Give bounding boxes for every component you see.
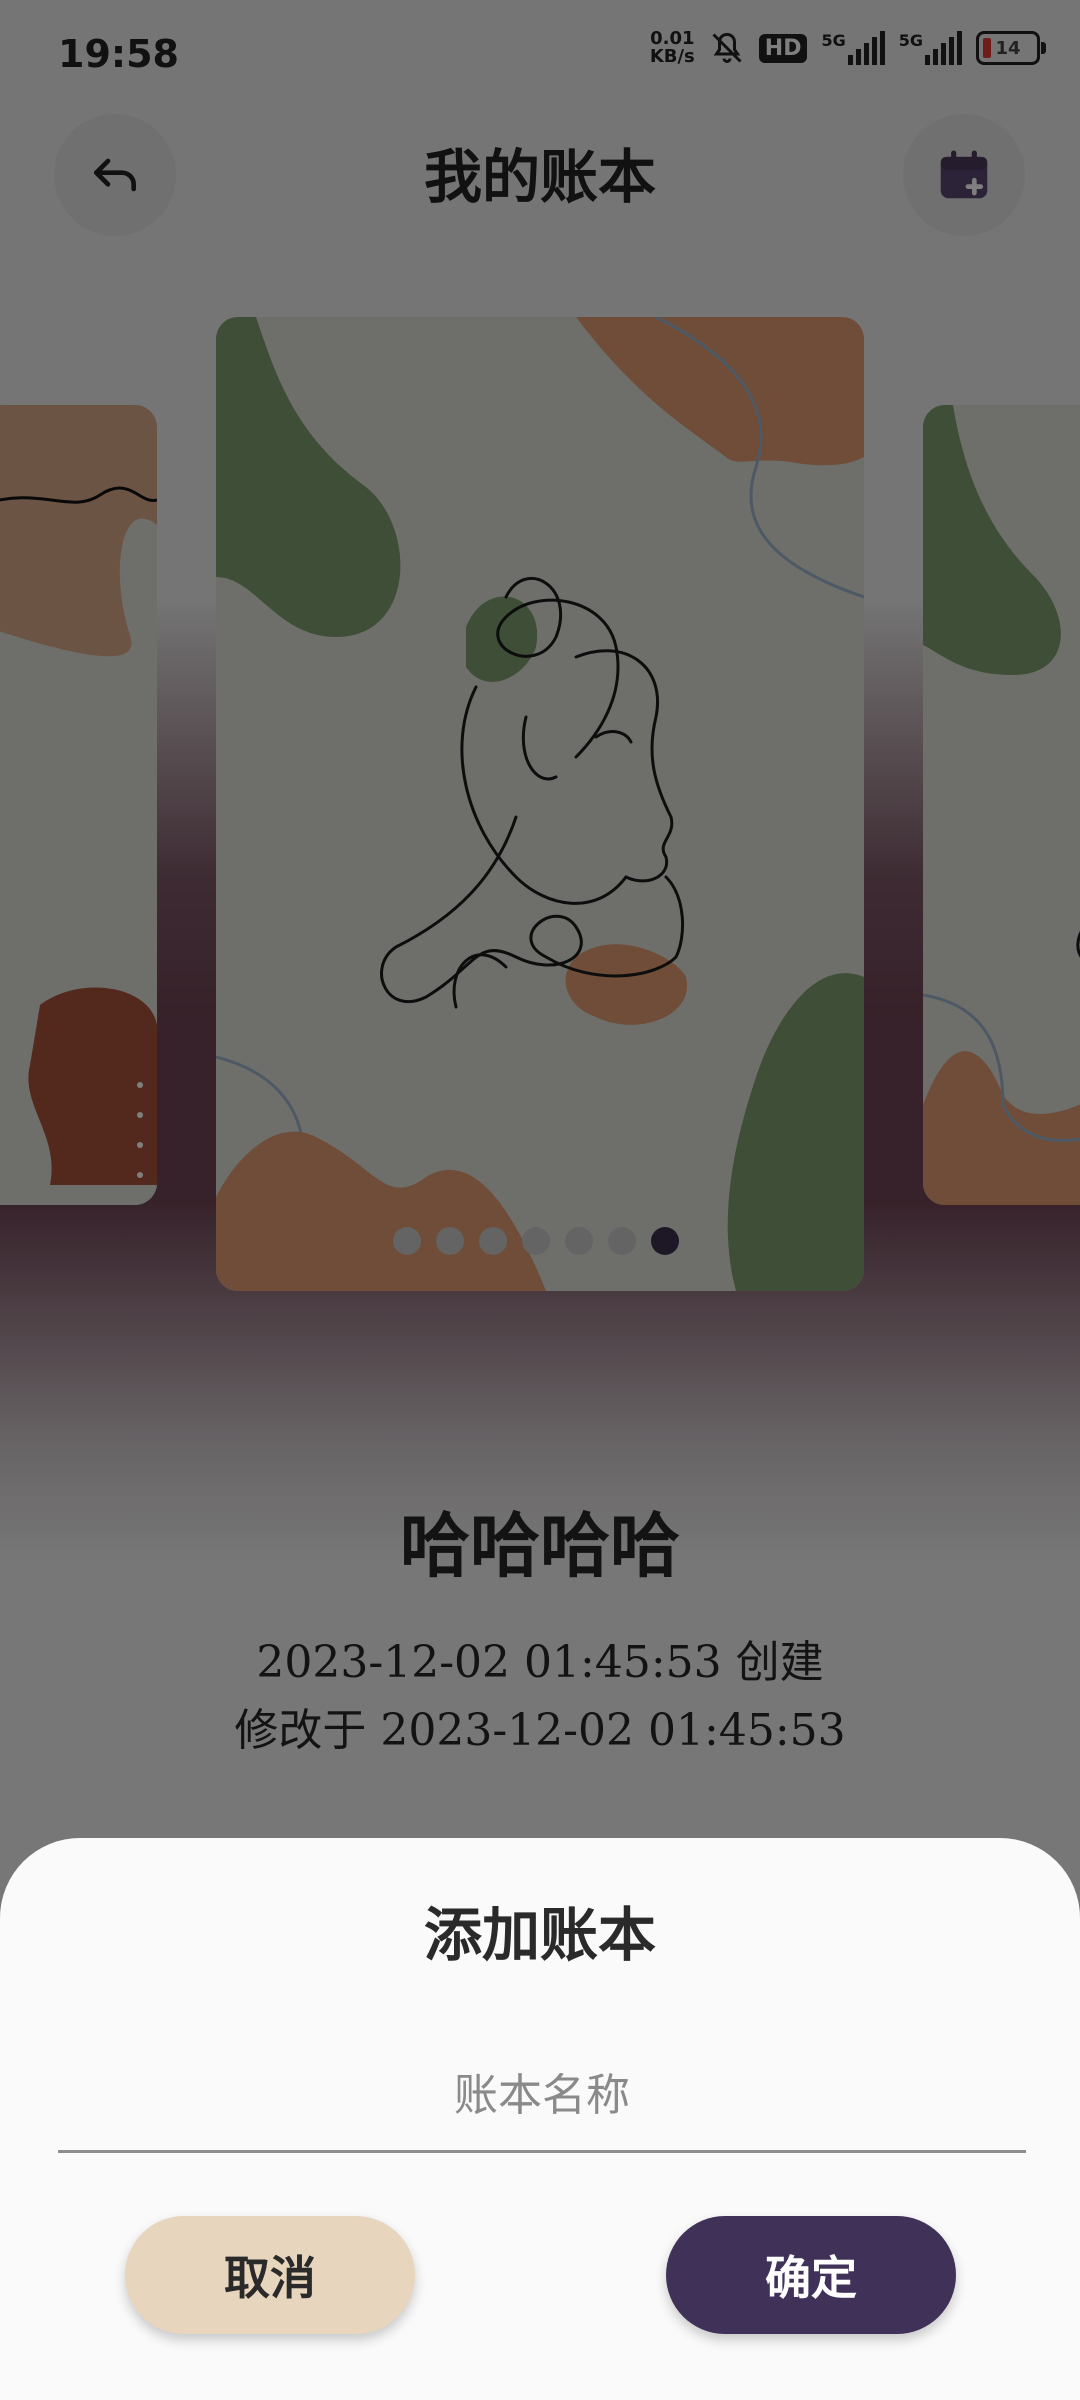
cancel-button[interactable]: 取消: [125, 2216, 415, 2334]
book-name-input[interactable]: [58, 2040, 1026, 2153]
battery-level: 14: [995, 37, 1021, 59]
sheet-title: 添加账本: [423, 1901, 656, 1969]
confirm-button[interactable]: 确定: [666, 2216, 956, 2334]
